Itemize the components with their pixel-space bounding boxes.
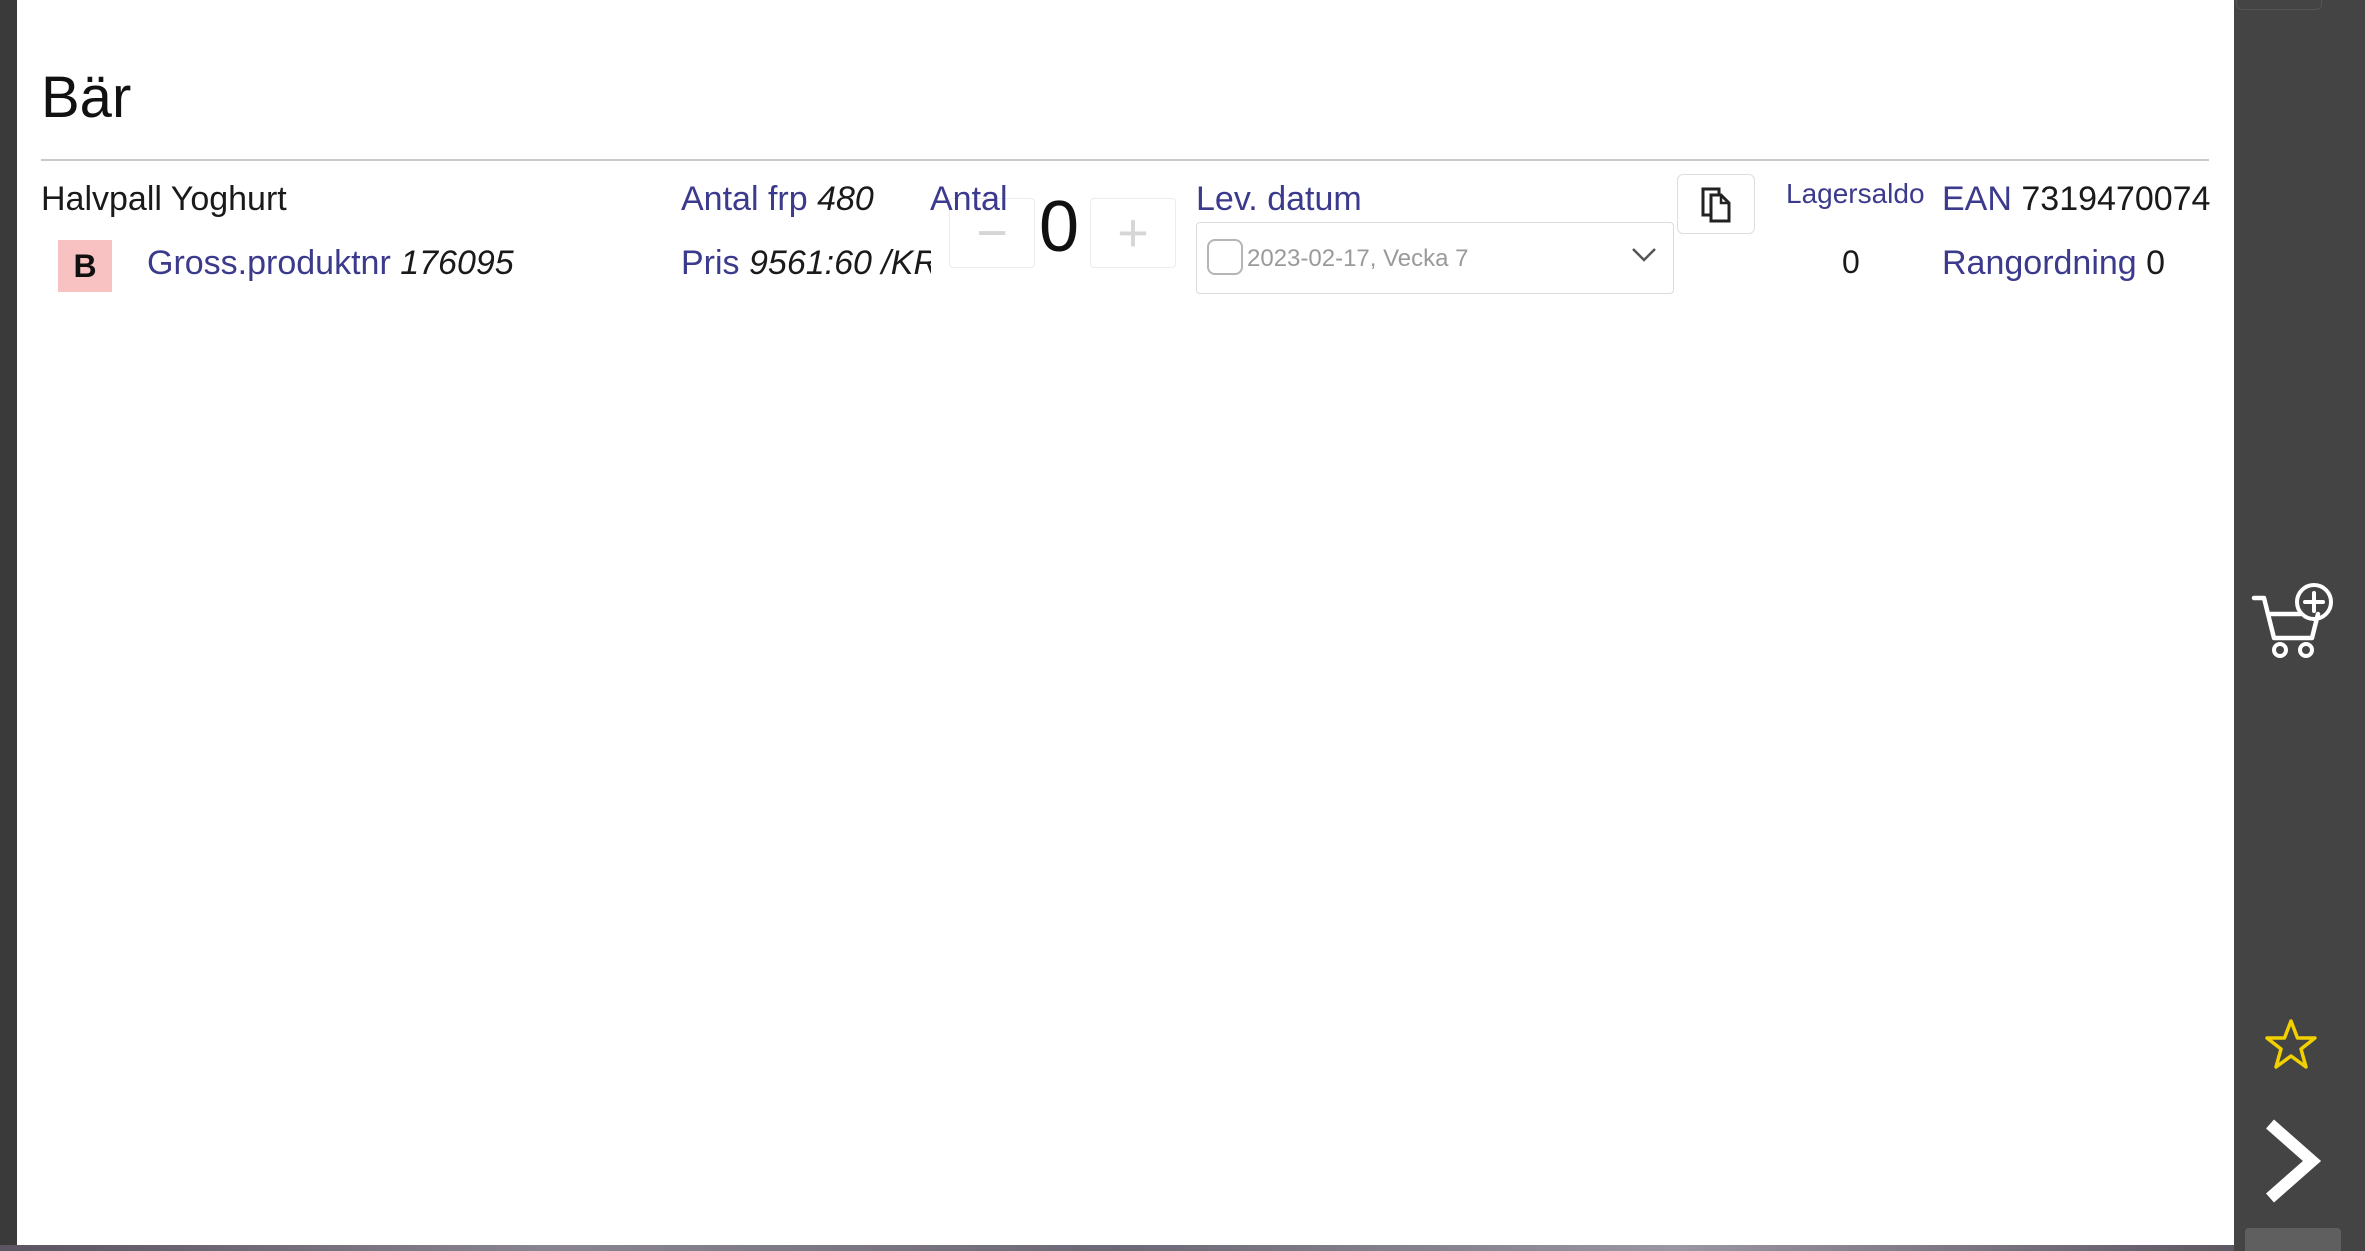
ean-value: 7319470074 xyxy=(2021,180,2211,218)
ean-label: EAN xyxy=(1942,180,2012,218)
gross-produktnr: Gross.produktnr 176095 xyxy=(147,244,514,283)
chevron-right-icon[interactable] xyxy=(2262,1118,2322,1204)
ean: EAN 7319470074 xyxy=(1942,180,2210,219)
delivery-date-value: 2023-02-17, Vecka 7 xyxy=(1247,245,1469,272)
increment-button[interactable]: + xyxy=(1090,198,1176,268)
left-edge xyxy=(0,0,17,1251)
bottom-edge xyxy=(0,1245,2234,1251)
chevron-down-icon xyxy=(1632,248,1656,262)
bottom-tab xyxy=(2245,1228,2341,1251)
page-title: Bär xyxy=(41,65,132,130)
title-divider xyxy=(41,159,2209,161)
delivery-date-checkbox[interactable] xyxy=(1207,239,1243,275)
pris-value: 9561:60 /KR xyxy=(749,244,931,282)
pris: Pris 9561:60 /KR xyxy=(681,244,931,283)
pris-label: Pris xyxy=(681,244,740,282)
cart-add-icon[interactable] xyxy=(2250,580,2340,660)
gross-produktnr-value: 176095 xyxy=(400,244,514,282)
rangordning-label: Rangordning xyxy=(1942,244,2137,282)
lagersaldo-label: Lagersaldo xyxy=(1786,178,1925,209)
rangordning: Rangordning 0 xyxy=(1942,244,2165,283)
product-name: Halvpall Yoghurt xyxy=(41,180,287,218)
copy-button[interactable] xyxy=(1677,174,1755,234)
antal-frp: Antal frp 480 xyxy=(681,180,874,219)
product-list-panel: Bär Halvpall Yoghurt B Gross.produktnr 1… xyxy=(17,0,2234,1245)
quantity-value[interactable]: 0 xyxy=(1039,186,1079,268)
antal-frp-value: 480 xyxy=(817,180,874,218)
lev-datum-label: Lev. datum xyxy=(1196,180,1362,218)
plus-icon: + xyxy=(1117,203,1149,263)
copy-icon xyxy=(1701,187,1731,223)
product-badge: B xyxy=(58,240,112,292)
top-tab xyxy=(2236,0,2322,10)
star-icon[interactable] xyxy=(2263,1018,2319,1072)
gross-produktnr-label: Gross.produktnr xyxy=(147,244,391,282)
lagersaldo-value: 0 xyxy=(1842,244,1860,280)
antal-frp-label: Antal frp xyxy=(681,180,808,218)
antal-label: Antal xyxy=(930,180,1008,218)
rangordning-value: 0 xyxy=(2146,244,2166,282)
delivery-date-select[interactable]: 2023-02-17, Vecka 7 xyxy=(1196,222,1674,294)
